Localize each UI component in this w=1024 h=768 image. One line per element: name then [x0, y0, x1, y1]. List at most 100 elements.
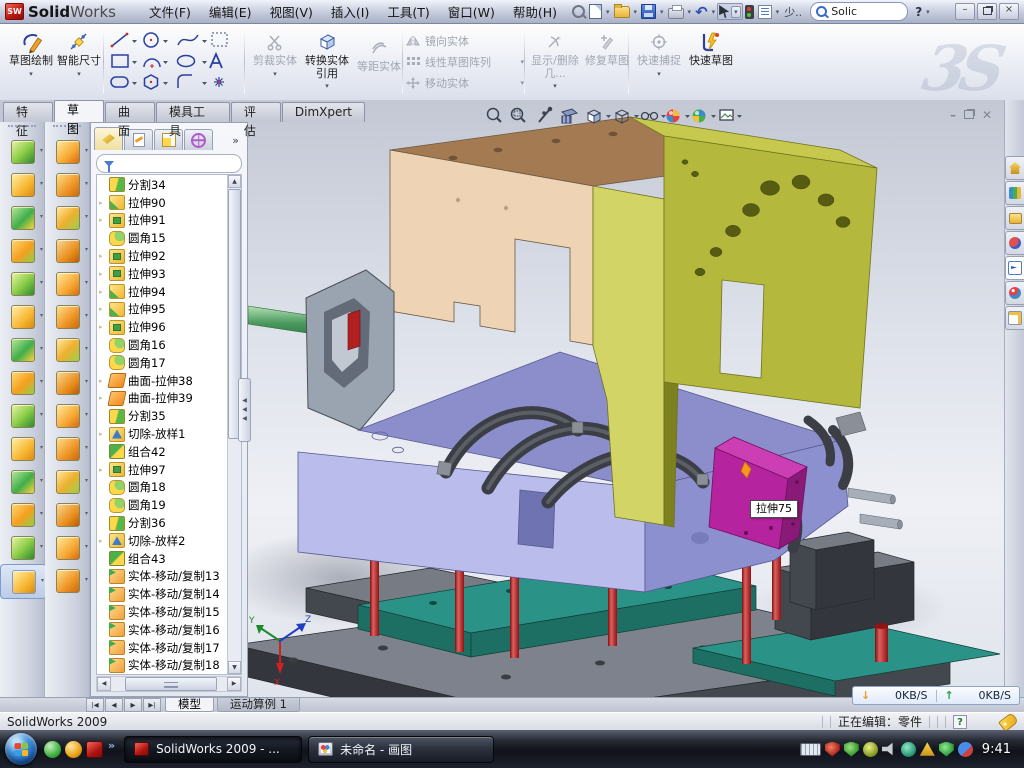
line-tool-icon[interactable]	[111, 33, 129, 48]
dimxpertmanager-tab[interactable]	[184, 129, 213, 150]
options-dropdown[interactable]: ▾	[774, 8, 782, 16]
expand-arrow-icon[interactable]: ▸	[99, 394, 108, 402]
panel-chevron[interactable]: »	[227, 134, 244, 150]
menu-item[interactable]: 插入(I)	[322, 0, 378, 23]
print-icon[interactable]	[666, 3, 686, 21]
quick-launch-chevron[interactable]: »	[108, 739, 115, 752]
sheet-nav-button[interactable]: ▶	[124, 698, 142, 712]
menu-item[interactable]: 编辑(E)	[200, 0, 261, 23]
expand-arrow-icon[interactable]: ▸	[99, 305, 108, 313]
scroll-down-arrow[interactable]: ▼	[228, 661, 241, 674]
feature-tree-item[interactable]: ▸ 圆角15	[97, 229, 228, 247]
help-button[interactable]: ?	[913, 5, 924, 19]
toolbar-feature-button[interactable]: ▾	[45, 267, 90, 300]
panel-splitter-handle[interactable]: ◀◀◀	[238, 378, 251, 442]
feature-tree-item[interactable]: ▸ 拉伸91	[97, 212, 228, 230]
display-style-icon[interactable]	[616, 110, 628, 123]
feature-tree-item[interactable]: ▸ 拉伸96	[97, 318, 228, 336]
command-tab[interactable]: DimXpert	[282, 102, 365, 122]
text-tool-icon[interactable]	[210, 54, 222, 68]
toolbar-feature-button[interactable]: ▾	[45, 465, 90, 498]
display-delete-relations-button[interactable]: ° 显示/删除几... ▾	[530, 28, 580, 90]
trim-entities-button[interactable]: 剪裁实体 ▾	[250, 28, 300, 78]
hscroll-thumb[interactable]	[125, 677, 217, 691]
magnify-icon[interactable]	[539, 108, 552, 123]
save-icon[interactable]	[639, 3, 658, 21]
file-explorer-icon[interactable]	[1005, 206, 1024, 230]
toolbar-feature-button[interactable]: ▾	[45, 498, 90, 531]
feature-tree-item[interactable]: ▸ 曲面-拉伸38	[97, 372, 228, 390]
close-button[interactable]: ×	[999, 3, 1019, 20]
command-tab[interactable]: 模具工具	[156, 102, 230, 122]
ellipse-tool-icon[interactable]	[178, 56, 195, 67]
select-arrow-icon[interactable]: ▾	[717, 3, 743, 20]
appearances-icon[interactable]	[1005, 281, 1024, 305]
feature-tree-item[interactable]: ▸ 切除-放样1	[97, 425, 228, 443]
offset-entities-button[interactable]: 等距实体	[354, 34, 404, 74]
toolbar-feature-button[interactable]: ▾	[0, 399, 45, 432]
trim-dropdown[interactable]: ▾	[250, 70, 300, 78]
new-document-icon[interactable]	[587, 3, 604, 21]
open-folder-icon[interactable]	[612, 3, 632, 21]
expand-arrow-icon[interactable]: ▸	[99, 288, 108, 296]
toolbar-feature-button[interactable]: ▾	[0, 168, 45, 201]
flyout-arrow-icon[interactable]: ▾	[85, 576, 88, 583]
flyout-arrow-icon[interactable]: ▾	[40, 444, 43, 451]
flyout-arrow-icon[interactable]: ▾	[85, 477, 88, 484]
point-tool-icon[interactable]	[214, 77, 224, 87]
expand-arrow-icon[interactable]: ▸	[99, 216, 108, 224]
polygon-tool-icon[interactable]	[145, 75, 158, 89]
undo-icon[interactable]: ↶	[693, 3, 710, 21]
taskbar-task-button[interactable]: SolidWorks 2009 - ...	[124, 736, 302, 763]
feature-tree-item[interactable]: ▸ 实体-移动/复制18	[97, 657, 228, 674]
spline-tool-icon[interactable]	[178, 35, 198, 45]
expand-arrow-icon[interactable]: ▸	[99, 466, 108, 474]
command-tab[interactable]: 评估	[231, 102, 281, 122]
toolbar-feature-button[interactable]: ▾	[0, 201, 45, 234]
mirror-entities-button[interactable]: 镜向实体	[406, 30, 524, 51]
undo-dropdown[interactable]: ▾	[710, 8, 718, 16]
exploded-mold-model[interactable]: X Y Z	[248, 100, 1004, 697]
flyout-arrow-icon[interactable]: ▾	[40, 477, 43, 484]
feature-tree-item[interactable]: ▸ 拉伸95	[97, 301, 228, 319]
flyout-arrow-icon[interactable]: ▾	[85, 510, 88, 517]
model-tab[interactable]: 模型	[165, 698, 214, 712]
toolbar-feature-button[interactable]: ▾	[0, 498, 45, 531]
flyout-arrow-icon[interactable]: ▾	[85, 411, 88, 418]
toolbar-feature-button[interactable]: ▾	[45, 168, 90, 201]
feature-tree-item[interactable]: ▸ 实体-移动/复制13	[97, 568, 228, 586]
sketch-dropdown[interactable]: ▾	[8, 70, 54, 78]
command-tab[interactable]: 曲面	[105, 102, 155, 122]
feature-tree-item[interactable]: ▸ 切除-放样2	[97, 532, 228, 550]
scene-icon[interactable]	[693, 110, 706, 123]
feature-tree-item[interactable]: ▸ 拉伸97	[97, 461, 228, 479]
view-palette-icon[interactable]	[1005, 256, 1024, 280]
sheet-nav-button[interactable]: |◀	[86, 698, 104, 712]
status-help-icon[interactable]: ?	[953, 715, 967, 729]
convert-entities-button[interactable]: 转换实体引用 ▾	[302, 28, 352, 90]
expand-arrow-icon[interactable]: ▸	[99, 270, 108, 278]
scroll-right-arrow[interactable]: ▶	[227, 677, 241, 691]
feature-tree-item[interactable]: ▸ 实体-移动/复制14	[97, 585, 228, 603]
flyout-arrow-icon[interactable]: ▾	[85, 180, 88, 187]
expand-arrow-icon[interactable]: ▸	[99, 199, 108, 207]
scroll-left-arrow[interactable]: ◀	[97, 677, 111, 691]
taskbar-task-button[interactable]: 未命名 - 画图	[308, 736, 494, 763]
feature-tree-item[interactable]: ▸ 圆角19	[97, 496, 228, 514]
save-dropdown[interactable]: ▾	[658, 8, 666, 16]
restore-button[interactable]	[977, 3, 997, 20]
sprue-bushing-assembly[interactable]	[248, 270, 394, 430]
flyout-arrow-icon[interactable]: ▾	[40, 312, 43, 319]
feature-tree-item[interactable]: ▸ 分割35	[97, 407, 228, 425]
guide-rods[interactable]	[848, 488, 903, 529]
rectangle-tool-icon[interactable]	[112, 55, 128, 67]
snaps-dropdown[interactable]: ▾	[634, 70, 684, 78]
rapid-sketch-button[interactable]: 快速草图	[686, 28, 736, 68]
slot-tool-icon[interactable]	[111, 77, 128, 87]
rebuild-traffic-light-icon[interactable]	[743, 3, 756, 21]
defender-shield-icon[interactable]	[939, 742, 954, 757]
toolbar-feature-button[interactable]: ▾	[45, 432, 90, 465]
flyout-arrow-icon[interactable]: ▾	[85, 444, 88, 451]
feature-tree-item[interactable]: ▸ 分割34	[97, 176, 228, 194]
toolbar-feature-button[interactable]: ▾	[45, 399, 90, 432]
